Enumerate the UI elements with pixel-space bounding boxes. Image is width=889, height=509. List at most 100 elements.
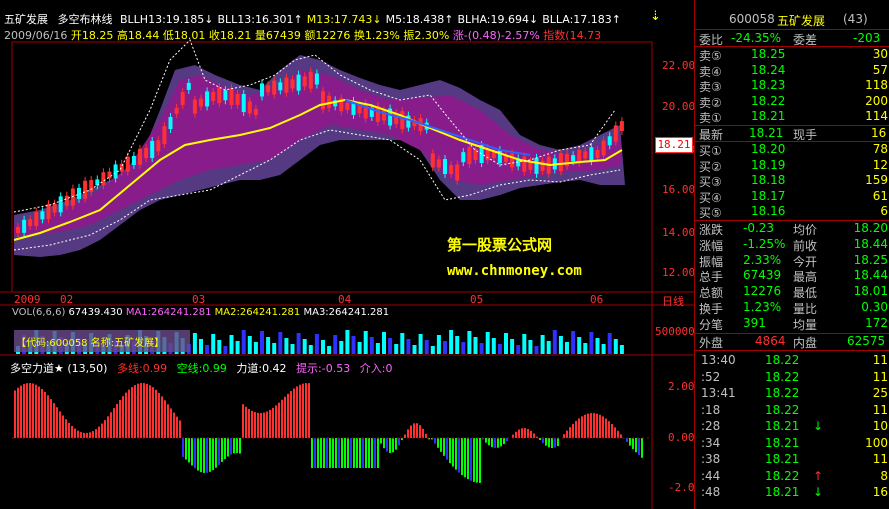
- volume-bar: [229, 335, 234, 354]
- power-bar: [131, 387, 133, 438]
- tick-time: :18: [701, 402, 721, 417]
- stat-label: 今开: [793, 254, 818, 269]
- ask-label: 卖④: [699, 64, 722, 79]
- power-bar: [197, 438, 199, 471]
- time-axis-tick: 05: [470, 293, 484, 306]
- stats-row: 总手 67439 最高 18.44: [695, 268, 889, 284]
- power-bar: [152, 387, 154, 438]
- power-bar: [533, 433, 535, 438]
- power-bar: [563, 434, 565, 438]
- power-bar: [347, 438, 349, 468]
- volume-bar: [296, 333, 301, 354]
- vol-ma2: MA2:264241.281: [214, 307, 301, 318]
- volume-bar: [284, 338, 289, 354]
- stat-value: 391: [743, 315, 766, 330]
- power-bar: [344, 438, 346, 468]
- power-bar: [434, 438, 436, 444]
- power-bar: [587, 413, 589, 438]
- power-bar: [206, 438, 208, 473]
- volume-bar: [479, 343, 484, 354]
- volume-bar: [345, 330, 350, 354]
- power-bar: [491, 438, 493, 448]
- up-arrow-icon: ↑: [813, 468, 824, 483]
- tick-price: 18.22: [765, 402, 800, 417]
- volume-bar: [302, 339, 307, 354]
- power-bar: [266, 411, 268, 438]
- power-bar: [332, 438, 334, 468]
- power-bar: [35, 384, 37, 438]
- ask-label: 卖①: [699, 111, 722, 125]
- period-label[interactable]: 日线: [662, 293, 684, 309]
- power-bar: [110, 412, 112, 438]
- power-bar: [26, 383, 28, 438]
- volume-bar: [491, 338, 496, 354]
- power-bar: [386, 438, 388, 452]
- volume-bar: [272, 343, 277, 354]
- power-bar: [398, 438, 400, 446]
- volume-bar: [400, 333, 405, 354]
- tick-price: 18.22: [765, 353, 800, 367]
- ask-price: 18.22: [751, 93, 786, 108]
- volume-bar: [424, 340, 429, 354]
- power-bar: [449, 438, 451, 464]
- volume-bar: [455, 336, 460, 354]
- power-bar: [638, 438, 640, 456]
- bid-row: 买④ 18.17 61: [695, 189, 889, 205]
- power-bar: [86, 432, 88, 438]
- power-bar: [581, 416, 583, 438]
- quote-count: (43): [843, 12, 868, 26]
- power-bar: [203, 438, 205, 473]
- power-bar: [299, 384, 301, 438]
- watermark-line1: 第一股票公式网: [447, 236, 552, 254]
- tick-time: 13:40: [701, 353, 736, 367]
- volume-bar: [461, 342, 466, 354]
- stats-row: 总额 12276 最低 18.01: [695, 284, 889, 300]
- last-value: 18.21: [749, 126, 784, 140]
- power-bar: [353, 438, 355, 468]
- power-bar: [518, 429, 520, 438]
- last-row: 最新 18.21 现手 16: [695, 126, 889, 142]
- down-arrow-icon: ↓: [813, 419, 824, 433]
- code-overlay: 【代码:600058 名称:五矿发展】: [16, 338, 165, 349]
- power-bar: [254, 412, 256, 438]
- chart-area[interactable]: 五矿发展 多空布林线 BLLH13:19.185↓ BLL13:16.301↑ M1…: [0, 0, 701, 509]
- power-bar: [101, 423, 103, 438]
- power-enter: 介入:0: [359, 362, 393, 375]
- bid-row: 买③ 18.18 159: [695, 173, 889, 189]
- quote-code: 600058: [729, 12, 775, 26]
- power-bar: [404, 434, 406, 438]
- volume-bar: [235, 341, 240, 354]
- volume-bar: [473, 337, 478, 354]
- power-bar: [77, 430, 79, 438]
- stat-value: 1.23%: [743, 300, 782, 314]
- volume-axis-label: 500000: [655, 325, 695, 338]
- power-bar: [542, 438, 544, 444]
- power-bar: [305, 383, 307, 438]
- time-axis-tick: 02: [60, 293, 74, 306]
- ask-row: 卖② 18.22 200: [695, 94, 889, 110]
- power-bar: [569, 427, 571, 438]
- power-bar: [443, 438, 445, 456]
- volume-bar: [351, 336, 356, 354]
- volume-bar: [552, 330, 557, 354]
- bid-volume: 78: [872, 142, 888, 156]
- volume-bar: [449, 330, 454, 354]
- tick-row: :34 18.21 100: [695, 436, 889, 452]
- power-bar: [422, 428, 424, 438]
- power-bar: [173, 412, 175, 438]
- power-bar: [611, 424, 613, 438]
- power-bar: [284, 396, 286, 438]
- price-axis-tick: 20.00: [662, 100, 696, 113]
- tick-price: 18.21: [765, 419, 800, 433]
- power-bar: [104, 420, 106, 438]
- outer-inner-row: 外盘 4864 内盘 62575: [695, 334, 889, 350]
- power-bar: [593, 413, 595, 438]
- inner-value: 62575: [847, 334, 886, 348]
- volume-bar: [528, 340, 533, 354]
- power-bar: [464, 438, 466, 478]
- power-bar: [602, 416, 604, 438]
- ask-row: 卖④ 18.24 57: [695, 63, 889, 79]
- time-axis-tick: 04: [338, 293, 352, 306]
- bid-row: 买② 18.19 12: [695, 158, 889, 174]
- vol-ma3: MA3:264241.281: [303, 307, 390, 318]
